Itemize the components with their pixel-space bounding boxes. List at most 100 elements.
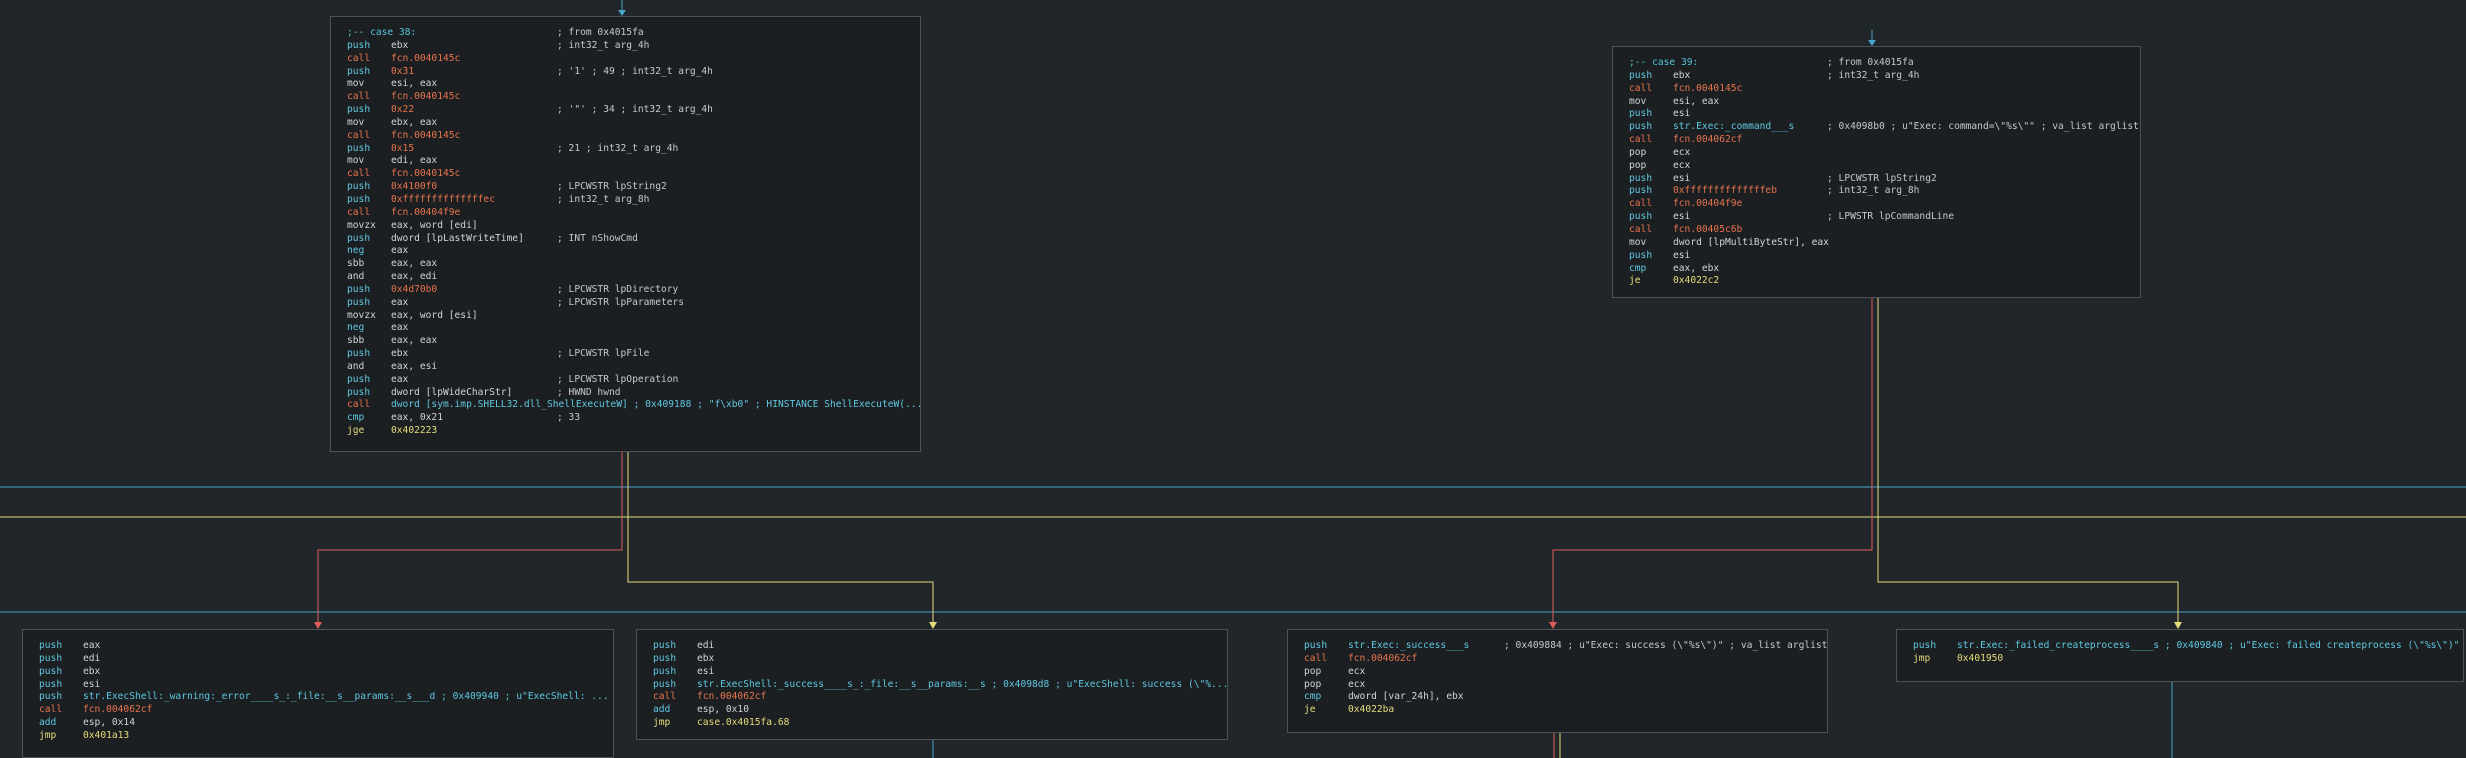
instruction-operand[interactable]: ebx (697, 653, 714, 666)
instruction-operand[interactable]: dword [lpMultiByteStr], eax (1673, 237, 1829, 250)
instruction-line[interactable]: add esp, 0x14 (39, 717, 613, 730)
instruction-operand[interactable]: esi, eax (1673, 96, 1719, 109)
instruction-line[interactable]: push str.Exec:_success___s ; 0x409884 ; u"… (1304, 640, 1827, 653)
instruction-line[interactable]: pop ecx (1304, 666, 1827, 679)
instruction-operand[interactable]: str.Exec:_failed_createprocess____s ; 0x… (1957, 640, 2460, 653)
instruction-line[interactable]: push 0x4100f0 ; LPCWSTR lpString2 (347, 181, 920, 194)
instruction-line[interactable]: jmp case.0x4015fa.68 (653, 717, 1227, 730)
instruction-line[interactable]: push ebx ; int32_t arg_4h (1629, 70, 2140, 83)
instruction-operand[interactable]: ecx (1673, 160, 1690, 173)
block-case-39[interactable]: ;-- case 39: ; from 0x4015fa push ebx ; int3… (1612, 46, 2141, 298)
instruction-line[interactable]: push dword [lpLastWriteTime] ; INT nShowCm… (347, 233, 920, 246)
instruction-operand[interactable]: eax, ebx (1673, 263, 1719, 276)
instruction-line[interactable]: add esp, 0x10 (653, 704, 1227, 717)
instruction-operand[interactable]: eax, 0x21 (391, 412, 443, 425)
instruction-operand[interactable]: 0xffffffffffffffec (391, 194, 495, 207)
instruction-operand[interactable]: case.0x4015fa.68 (697, 717, 789, 730)
instruction-operand[interactable]: str.Exec:_success___s (1348, 640, 1469, 653)
instruction-operand[interactable]: eax (391, 322, 408, 335)
instruction-line[interactable]: push esi (653, 666, 1227, 679)
instruction-line[interactable]: push esi ; LPWSTR lpCommandLine (1629, 211, 2140, 224)
instruction-operand[interactable]: dword [lpLastWriteTime] (391, 233, 524, 246)
instruction-line[interactable]: push 0xffffffffffffffec ; int32_t arg_8h (347, 194, 920, 207)
instruction-operand[interactable]: ebx (1673, 70, 1690, 83)
instruction-operand[interactable]: eax (391, 374, 408, 387)
instruction-line[interactable]: movzx eax, word [esi] (347, 310, 920, 323)
instruction-line[interactable]: push ebx ; int32_t arg_4h (347, 40, 920, 53)
instruction-line[interactable]: and eax, esi (347, 361, 920, 374)
instruction-line[interactable]: push 0x15 ; 21 ; int32_t arg_4h (347, 143, 920, 156)
instruction-line[interactable]: push edi (39, 653, 613, 666)
instruction-line[interactable]: push dword [lpWideCharStr] ; HWND hwnd (347, 387, 920, 400)
instruction-operand[interactable]: eax, edi (391, 271, 437, 284)
instruction-operand[interactable]: 0x401a13 (83, 730, 129, 743)
instruction-line[interactable]: call fcn.00404f9e (1629, 198, 2140, 211)
instruction-line[interactable]: mov dword [lpMultiByteStr], eax (1629, 237, 2140, 250)
instruction-operand[interactable]: 0x4100f0 (391, 181, 437, 194)
instruction-line[interactable]: call fcn.004062cf (1629, 134, 2140, 147)
instruction-line[interactable]: pop ecx (1629, 147, 2140, 160)
instruction-operand[interactable]: fcn.0040145c (391, 130, 460, 143)
instruction-operand[interactable]: 0x22 (391, 104, 414, 117)
instruction-operand[interactable]: eax, word [esi] (391, 310, 478, 323)
instruction-line[interactable]: jmp 0x401a13 (39, 730, 613, 743)
instruction-operand[interactable]: eax (83, 640, 100, 653)
instruction-line[interactable]: jge 0x402223 (347, 425, 920, 438)
instruction-line[interactable]: cmp dword [var_24h], ebx (1304, 691, 1827, 704)
instruction-operand[interactable]: 0x4022ba (1348, 704, 1394, 717)
instruction-operand[interactable]: fcn.0040145c (391, 53, 460, 66)
instruction-operand[interactable]: dword [var_24h], ebx (1348, 691, 1464, 704)
instruction-operand[interactable]: esp, 0x10 (697, 704, 749, 717)
instruction-line[interactable]: push esi (1629, 250, 2140, 263)
instruction-operand[interactable]: esi (1673, 211, 1690, 224)
instruction-operand[interactable]: ecx (1348, 679, 1365, 692)
graph-canvas[interactable]: ;-- case 38: ; from 0x4015fa push ebx ; int3… (0, 0, 2466, 758)
instruction-line[interactable]: push ebx ; LPCWSTR lpFile (347, 348, 920, 361)
block-exec-success[interactable]: push str.Exec:_success___s ; 0x409884 ; u"… (1287, 629, 1828, 733)
instruction-operand[interactable]: eax, word [edi] (391, 220, 478, 233)
instruction-operand[interactable]: ebx, eax (391, 117, 437, 130)
instruction-operand[interactable]: 0x4022c2 (1673, 275, 1719, 288)
instruction-operand[interactable]: edi (83, 653, 100, 666)
instruction-line[interactable]: call fcn.004062cf (39, 704, 613, 717)
instruction-line[interactable]: call dword [sym.imp.SHELL32.dll_ShellExec… (347, 399, 920, 412)
instruction-operand[interactable]: esi (1673, 108, 1690, 121)
instruction-line[interactable]: mov edi, eax (347, 155, 920, 168)
instruction-line[interactable]: call fcn.0040145c (1629, 83, 2140, 96)
instruction-line[interactable]: mov esi, eax (1629, 96, 2140, 109)
instruction-operand[interactable]: eax, esi (391, 361, 437, 374)
instruction-operand[interactable]: str.ExecShell:_warning:_error____s_:_fil… (83, 691, 609, 704)
instruction-line[interactable]: mov ebx, eax (347, 117, 920, 130)
block-execshell-warning[interactable]: push eax push edi push ebx push esi push str.Exec… (22, 629, 614, 758)
instruction-operand[interactable]: dword [sym.imp.SHELL32.dll_ShellExecuteW… (391, 399, 920, 412)
instruction-operand[interactable]: edi, eax (391, 155, 437, 168)
instruction-line[interactable]: movzx eax, word [edi] (347, 220, 920, 233)
instruction-line[interactable]: pop ecx (1304, 679, 1827, 692)
instruction-line[interactable]: call fcn.0040145c (347, 91, 920, 104)
instruction-operand[interactable]: ebx (391, 40, 408, 53)
instruction-operand[interactable]: esi, eax (391, 78, 437, 91)
instruction-operand[interactable]: fcn.004062cf (697, 691, 766, 704)
instruction-line[interactable]: je 0x4022ba (1304, 704, 1827, 717)
instruction-operand[interactable]: esp, 0x14 (83, 717, 135, 730)
instruction-line[interactable]: push eax ; LPCWSTR lpParameters (347, 297, 920, 310)
instruction-line[interactable]: push ebx (653, 653, 1227, 666)
instruction-operand[interactable]: ecx (1673, 147, 1690, 160)
block-case-38[interactable]: ;-- case 38: ; from 0x4015fa push ebx ; int3… (330, 16, 921, 452)
instruction-operand[interactable]: fcn.004062cf (83, 704, 152, 717)
instruction-operand[interactable]: fcn.0040145c (391, 168, 460, 181)
instruction-operand[interactable]: esi (1673, 173, 1690, 186)
instruction-operand[interactable]: fcn.00405c6b (1673, 224, 1742, 237)
instruction-operand[interactable]: esi (83, 679, 100, 692)
instruction-operand[interactable]: 0xffffffffffffffeb (1673, 185, 1777, 198)
instruction-line[interactable]: push str.Exec:_failed_createprocess____s … (1913, 640, 2463, 653)
instruction-line[interactable]: push eax ; LPCWSTR lpOperation (347, 374, 920, 387)
instruction-line[interactable]: pop ecx (1629, 160, 2140, 173)
instruction-operand[interactable]: fcn.00404f9e (391, 207, 460, 220)
instruction-operand[interactable]: eax, eax (391, 335, 437, 348)
instruction-line[interactable]: neg eax (347, 322, 920, 335)
instruction-line[interactable]: ;-- case 38: ; from 0x4015fa (347, 27, 920, 40)
instruction-operand[interactable]: ebx (83, 666, 100, 679)
block-exec-failed-createprocess[interactable]: push str.Exec:_failed_createprocess____s … (1896, 629, 2464, 682)
instruction-line[interactable]: push ebx (39, 666, 613, 679)
